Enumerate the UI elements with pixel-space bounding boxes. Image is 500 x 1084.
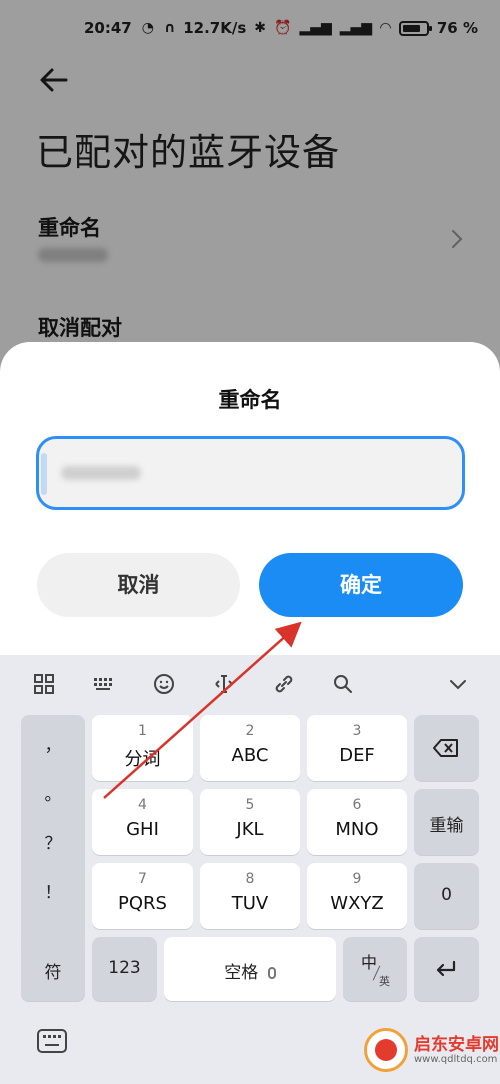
rename-dialog: 重命名 取消 确定 [0, 342, 500, 662]
grid-icon[interactable] [29, 669, 59, 699]
key-1-letters: 分词 [124, 749, 161, 770]
key-2[interactable]: 2 ABC [200, 715, 300, 781]
confirm-button[interactable]: 确定 [259, 553, 463, 617]
emoji-icon[interactable] [149, 669, 179, 699]
punct-period-key[interactable]: 。 [21, 772, 85, 818]
key-7-letters: PQRS [118, 893, 167, 914]
symbols-key[interactable]: 符 [21, 937, 85, 1001]
key-4-letters: GHI [126, 819, 159, 840]
key-4-number: 4 [138, 797, 147, 813]
zero-label: 0 [441, 885, 452, 905]
microphone-icon [267, 967, 276, 979]
space-key-content: 空格 [164, 958, 336, 983]
key-5-letters: JKL [236, 819, 264, 840]
backspace-icon [433, 739, 458, 757]
key-7-number: 7 [138, 871, 147, 887]
cursor-move-icon[interactable] [209, 669, 239, 699]
key-9[interactable]: 9 WXYZ [307, 863, 407, 929]
key-9-number: 9 [352, 871, 362, 887]
symbols-label: 符 [44, 963, 62, 983]
input-value-blurred [61, 466, 141, 480]
link-icon[interactable] [269, 669, 299, 699]
key-3-letters: DEF [339, 745, 375, 766]
retype-key[interactable]: 重输 [414, 789, 479, 855]
zero-key[interactable]: 0 [414, 863, 479, 929]
key-6-number: 6 [352, 797, 362, 813]
punct-exclaim-key[interactable]: ！ [21, 870, 85, 916]
enter-key[interactable] [414, 937, 479, 1001]
key-1[interactable]: 1 分词 [92, 715, 193, 781]
keyboard-layout-icon[interactable] [89, 669, 119, 699]
language-switch-key[interactable]: 中 英 [343, 937, 407, 1001]
punct-comma-key[interactable]: ， [21, 723, 85, 769]
keyboard-toolbar [0, 655, 500, 715]
lang-alt-label: 英 [379, 975, 390, 988]
key-1-number: 1 [138, 723, 147, 739]
key-7[interactable]: 7 PQRS [92, 863, 193, 929]
backspace-key[interactable] [414, 715, 479, 781]
watermark-url: www.qdltdq.com [414, 1054, 498, 1065]
space-label: 空格 [224, 963, 259, 983]
punct-question-key[interactable]: ？ [21, 821, 85, 867]
key-2-number: 2 [245, 723, 255, 739]
retype-label: 重输 [429, 816, 464, 836]
device-name-input[interactable] [36, 436, 465, 510]
cancel-button[interactable]: 取消 [37, 553, 240, 617]
space-key[interactable]: 空格 [164, 937, 336, 1001]
key-6[interactable]: 6 MNO [307, 789, 407, 855]
keyboard-switch-icon[interactable] [36, 1027, 68, 1055]
key-5-number: 5 [245, 797, 255, 813]
key-4[interactable]: 4 GHI [92, 789, 193, 855]
numbers-label: 123 [108, 958, 141, 978]
key-8-letters: TUV [231, 893, 269, 914]
dialog-title: 重命名 [218, 388, 282, 412]
key-9-letters: WXYZ [330, 893, 384, 914]
keyboard: ， 。 ？ ！ 1 分词 2 ABC 3 DEF 4 GHI 5 JKL 6 M… [0, 655, 500, 1084]
search-icon[interactable] [328, 669, 358, 699]
key-8-number: 8 [245, 871, 255, 887]
key-5[interactable]: 5 JKL [200, 789, 300, 855]
numbers-key[interactable]: 123 [92, 937, 157, 1001]
site-watermark: 启东安卓网 www.qdltdq.com [364, 1024, 499, 1076]
key-3-number: 3 [352, 723, 362, 739]
text-cursor [41, 453, 47, 495]
lang-main-label: 中 [361, 953, 378, 972]
collapse-icon[interactable] [443, 669, 473, 699]
key-6-letters: MNO [335, 819, 379, 840]
enter-icon [436, 960, 456, 977]
key-8[interactable]: 8 TUV [200, 863, 300, 929]
watermark-logo [364, 1028, 408, 1072]
key-3[interactable]: 3 DEF [307, 715, 407, 781]
watermark-title: 启东安卓网 [414, 1035, 499, 1055]
key-2-letters: ABC [231, 745, 269, 766]
